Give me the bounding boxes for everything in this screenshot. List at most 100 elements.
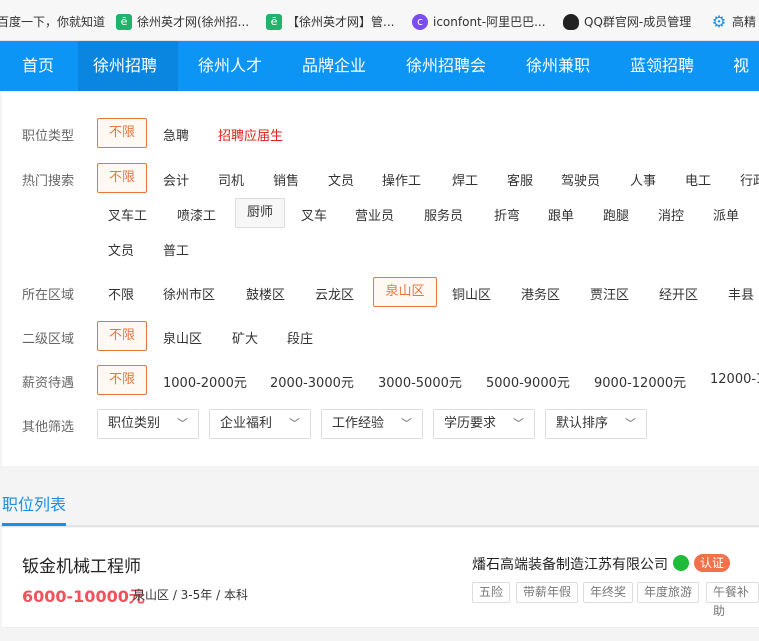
filter-option[interactable]: 文员 (108, 240, 134, 259)
filter-option[interactable]: 泉山区 (373, 277, 437, 307)
chevron-down-icon: ﹀ (177, 417, 188, 430)
filter-option[interactable]: 丰县 (728, 284, 754, 303)
dropdown-label: 工作经验 (332, 416, 385, 431)
filter-option[interactable]: 9000-12000元 (594, 372, 686, 391)
filter-option[interactable]: 折弯 (494, 205, 520, 224)
filter-option[interactable]: 云龙区 (315, 284, 354, 303)
filter-option[interactable]: 不限 (97, 321, 147, 351)
filter-option[interactable]: 文员 (328, 170, 354, 189)
filter-option[interactable]: 会计 (163, 170, 189, 189)
filter-option[interactable]: 跟单 (548, 205, 574, 224)
filter-option[interactable]: 矿大 (232, 328, 258, 347)
filter-option[interactable]: 消控 (658, 205, 684, 224)
filter-option[interactable]: 驾驶员 (561, 170, 600, 189)
nav-part-time[interactable]: 徐州兼职 (526, 41, 590, 91)
filter-option[interactable]: 电工 (685, 170, 711, 189)
filter-label: 薪资待遇 (22, 376, 75, 391)
filter-option[interactable]: 港务区 (521, 284, 560, 303)
filter-option[interactable]: 客服 (507, 170, 533, 189)
job-card[interactable]: 钣金机械工程师 6000-10000元 泉山区 / 3-5年 / 本科 燔石高端… (2, 528, 759, 628)
filter-option[interactable]: 贾汪区 (590, 284, 629, 303)
verified-badge: 认证 (694, 554, 731, 572)
filter-option[interactable]: 5000-9000元 (486, 372, 570, 391)
filter-dropdown[interactable]: 默认排序 ﹀ (545, 409, 647, 439)
filter-label: 职位类型 (22, 129, 75, 144)
filter-panel: 职位类型 不限 急聘 招聘应届生 热门搜索 不限 会计 司机 销售 文员 操作工 焊工 客服 驾驶员 人事电… (2, 91, 759, 466)
bookmark[interactable]: ē 【徐州英才网】管... (266, 13, 394, 30)
site-e-icon: ē (116, 13, 132, 30)
filter-option[interactable]: 不限 (97, 163, 147, 193)
wechat-icon[interactable] (673, 555, 689, 571)
filter-dropdown[interactable]: 学历要求 ﹀ (433, 409, 535, 439)
filter-option[interactable]: 3000-5000元 (378, 372, 462, 391)
filter-option[interactable]: 招聘应届生 (218, 125, 283, 144)
filter-option[interactable]: 司机 (218, 170, 244, 189)
nav-job-fair[interactable]: 徐州招聘会 (406, 41, 486, 91)
nav-home[interactable]: 首页 (0, 41, 76, 91)
filter-option[interactable]: 喷漆工 (177, 205, 216, 224)
bookmark[interactable]: ē 徐州英才网(徐州招... (116, 13, 249, 30)
welfare-tag: 年终奖 (583, 582, 634, 603)
bookmark[interactable]: QQ群官网-成员管理 (563, 13, 691, 30)
filter-option[interactable]: 鼓楼区 (246, 284, 285, 303)
filter-label: 二级区域 (22, 332, 75, 347)
filter-option[interactable]: 不限 (97, 118, 147, 148)
dropdown-label: 学历要求 (444, 416, 497, 431)
filter-option[interactable]: 不限 (97, 365, 147, 395)
filter-option[interactable]: 泉山区 (163, 328, 202, 347)
filter-option[interactable]: 叉车 (301, 205, 327, 224)
filter-option[interactable]: 普工 (163, 240, 189, 259)
nav-blue-collar[interactable]: 蓝领招聘 (630, 41, 694, 91)
filter-option[interactable]: 跑腿 (603, 205, 629, 224)
bookmark[interactable]: 百度一下，你就知道 (0, 13, 105, 30)
filter-label: 其他筛选 (22, 420, 75, 435)
bookmark[interactable]: c iconfont-阿里巴巴... (412, 13, 546, 30)
gear-icon: ⚙ (711, 11, 727, 31)
filter-option[interactable]: 12000-1 (710, 372, 759, 387)
nav-video[interactable]: 视频 (733, 41, 759, 125)
active-tab-underline (2, 523, 66, 526)
tab-job-list[interactable]: 职位列表 (2, 491, 66, 515)
dropdown-label: 默认排序 (556, 416, 609, 431)
filter-option[interactable]: 销售 (273, 170, 299, 189)
filter-option[interactable]: 人事 (630, 170, 656, 189)
filter-option[interactable]: 厨师 (235, 198, 285, 228)
list-header: 职位列表 (0, 466, 759, 527)
nav-xuzhou-jobs[interactable]: 徐州招聘 (78, 41, 178, 91)
filter-option[interactable]: 焊工 (452, 170, 478, 189)
filter-option[interactable]: 操作工 (382, 170, 421, 189)
filter-dropdown[interactable]: 职位类别 ﹀ (97, 409, 199, 439)
job-title[interactable]: 钣金机械工程师 (22, 552, 141, 577)
company-name[interactable]: 燔石高端装备制造江苏有限公司 (472, 554, 668, 574)
welfare-tag: 五险 (472, 582, 511, 603)
filter-option[interactable]: 服务员 (424, 205, 463, 224)
filter-option[interactable]: 铜山区 (452, 284, 491, 303)
filter-option[interactable]: 叉车工 (108, 205, 147, 224)
filter-option[interactable]: 2000-3000元 (270, 372, 354, 391)
filter-option[interactable]: 不限 (108, 284, 134, 303)
filter-option[interactable]: 徐州市区 (163, 284, 215, 303)
job-salary: 6000-10000元 (22, 587, 145, 606)
filter-dropdown[interactable]: 企业福利 ﹀ (209, 409, 311, 439)
chevron-down-icon: ﹀ (401, 417, 412, 430)
filter-option[interactable]: 行政 (740, 170, 759, 189)
filter-dropdown[interactable]: 工作经验 ﹀ (321, 409, 423, 439)
filter-option[interactable]: 营业员 (355, 205, 394, 224)
filter-option[interactable]: 经开区 (659, 284, 698, 303)
nav-brand-companies[interactable]: 品牌企业 (302, 41, 366, 91)
bookmark[interactable]: ⚙ 高精 (711, 13, 756, 30)
welfare-tag: 午餐补助 (706, 582, 759, 618)
filter-option[interactable]: 派单 (713, 205, 739, 224)
main-nav: 首页 徐州招聘 徐州人才 品牌企业 徐州招聘会 徐州兼职 蓝领招聘 视频 (0, 41, 759, 125)
filter-option[interactable]: 1000-2000元 (163, 372, 247, 391)
job-meta: 泉山区 / 3-5年 / 本科 (133, 588, 248, 602)
dropdown-label: 企业福利 (220, 416, 273, 431)
filter-label: 所在区域 (22, 288, 75, 303)
filter-option[interactable]: 急聘 (163, 125, 189, 144)
chevron-down-icon: ﹀ (513, 417, 524, 430)
filter-option[interactable]: 段庄 (287, 328, 313, 347)
nav-xuzhou-talent[interactable]: 徐州人才 (198, 41, 262, 91)
filter-label: 热门搜索 (22, 174, 75, 189)
chevron-down-icon: ﹀ (289, 417, 300, 430)
site-e-icon: ē (266, 13, 282, 30)
